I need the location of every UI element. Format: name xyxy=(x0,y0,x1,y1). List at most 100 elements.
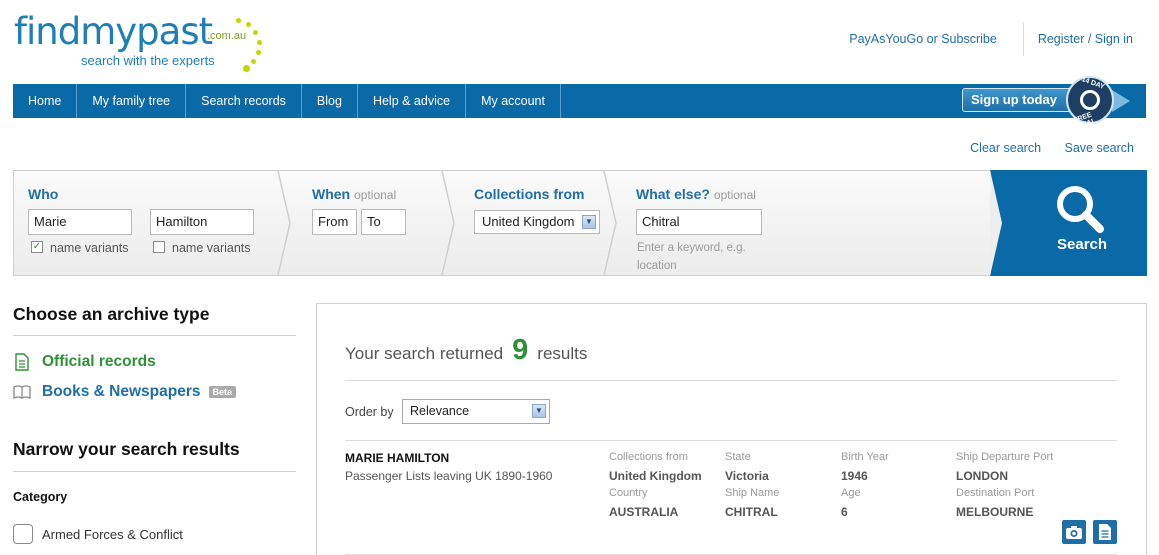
order-by-label: Order by xyxy=(345,405,394,419)
nav-home[interactable]: Home xyxy=(13,84,78,118)
sidebar-divider xyxy=(13,471,296,472)
logo-text: findmypast xyxy=(14,10,213,53)
what-else-label-text: What else? xyxy=(636,186,710,202)
field-label: Collections from xyxy=(609,451,688,463)
first-name-variants-label: name variants xyxy=(50,241,129,255)
search-button-edge xyxy=(990,170,1010,276)
chevron-down-icon: ▼ xyxy=(582,215,596,229)
main-nav: Home My family tree Search records Blog … xyxy=(13,76,1146,131)
year-to-input[interactable]: To xyxy=(361,209,406,235)
register-signin-link[interactable]: Register / Sign in xyxy=(1024,32,1159,46)
nav-blog[interactable]: Blog xyxy=(302,84,358,118)
document-icon xyxy=(15,353,29,371)
clear-search-link[interactable]: Clear search xyxy=(970,141,1041,155)
signup-arrow-icon xyxy=(1112,90,1130,112)
order-by-value: Relevance xyxy=(410,404,470,418)
search-panel: Who Marie Hamilton ✓ name variants name … xyxy=(13,170,1147,276)
view-transcript-button[interactable] xyxy=(1093,520,1117,544)
field-label: State xyxy=(725,451,751,463)
keyword-hint: Enter a keyword, e.g. location xyxy=(637,242,746,272)
narrow-results-heading: Narrow your search results xyxy=(13,439,240,459)
archive-official-records[interactable]: Official records xyxy=(13,353,156,371)
results-divider xyxy=(345,380,1117,381)
nav-my-account[interactable]: My account xyxy=(466,84,561,118)
badge-text-top: 14 DAY xyxy=(1080,76,1106,91)
first-name-variants-checkbox[interactable]: ✓ xyxy=(31,241,43,253)
view-image-button[interactable] xyxy=(1062,520,1086,544)
badge-ring-icon xyxy=(1080,90,1100,110)
results-divider xyxy=(345,440,1117,441)
results-panel: Your search returned 9 results Order by … xyxy=(316,303,1147,555)
save-search-link[interactable]: Save search xyxy=(1065,141,1134,155)
field-value: CHITRAL xyxy=(725,505,778,519)
top-links: PayAsYouGo or Subscribe Register / Sign … xyxy=(835,22,1159,56)
field-value: United Kingdom xyxy=(609,469,702,483)
nav-help-advice[interactable]: Help & advice xyxy=(358,84,467,118)
subscribe-link[interactable]: PayAsYouGo or Subscribe xyxy=(835,32,1023,46)
chevron-down-icon: ▼ xyxy=(532,404,546,418)
what-else-optional: optional xyxy=(713,188,756,202)
archive-books-newspapers[interactable]: Books & Newspapers Beta xyxy=(13,383,237,401)
category-item[interactable]: Armed Forces & Conflict xyxy=(13,524,183,544)
collections-label: Collections from xyxy=(474,186,585,202)
field-value: 6 xyxy=(841,505,848,519)
category-checkbox[interactable] xyxy=(13,524,33,544)
results-count: 9 xyxy=(512,334,529,366)
last-name-input[interactable]: Hamilton xyxy=(150,209,254,235)
what-else-label: What else? optional xyxy=(636,186,756,202)
field-label: Birth Year xyxy=(841,451,889,463)
when-label: When optional xyxy=(312,186,396,202)
last-name-variants-label: name variants xyxy=(172,241,251,255)
sidebar-divider xyxy=(13,335,296,336)
field-value: Victoria xyxy=(725,469,769,483)
signup-button[interactable]: Sign up today xyxy=(962,88,1082,112)
search-icon xyxy=(1057,186,1104,233)
free-trial-badge: 14 DAY FREE TRIAL xyxy=(1066,76,1114,131)
logo-tagline: search with the experts xyxy=(81,53,215,68)
result-collection: Passenger Lists leaving UK 1890-1960 xyxy=(345,469,553,483)
signup-promo[interactable]: Sign up today 14 DAY FREE TRIAL xyxy=(962,76,1132,131)
results-prefix: Your search returned xyxy=(345,344,504,363)
order-by-select[interactable]: Relevance ▼ xyxy=(402,399,550,424)
archive-official-label: Official records xyxy=(42,353,156,370)
keyword-input[interactable]: Chitral xyxy=(636,209,762,235)
section-divider xyxy=(441,171,455,275)
field-value: MELBOURNE xyxy=(956,505,1034,519)
field-label: Ship Departure Port xyxy=(956,451,1054,463)
camera-icon xyxy=(1066,526,1082,539)
document-icon xyxy=(1099,524,1111,540)
site-logo[interactable]: findmypast .com.au search with the exper… xyxy=(14,10,262,72)
field-value: 1946 xyxy=(841,469,868,483)
nav-search-records[interactable]: Search records xyxy=(186,84,302,118)
field-label: Destination Port xyxy=(956,487,1035,499)
year-from-input[interactable]: From xyxy=(312,209,357,235)
collections-select-value: United Kingdom xyxy=(482,214,575,229)
search-button-label: Search xyxy=(1057,236,1108,253)
category-item-label: Armed Forces & Conflict xyxy=(42,526,183,542)
search-actions: Clear search Save search xyxy=(950,141,1134,155)
last-name-variants-checkbox[interactable] xyxy=(153,241,165,253)
results-summary: Your search returned 9 results xyxy=(345,334,587,367)
archive-books-label: Books & Newspapers xyxy=(42,383,201,400)
field-value: LONDON xyxy=(956,469,1008,483)
result-name[interactable]: MARIE HAMILTON xyxy=(345,451,449,465)
who-label: Who xyxy=(28,186,59,202)
field-label: Age xyxy=(841,487,861,499)
nav-my-family-tree[interactable]: My family tree xyxy=(77,84,187,118)
first-name-input[interactable]: Marie xyxy=(28,209,132,235)
collections-select[interactable]: United Kingdom ▼ xyxy=(474,210,600,234)
section-divider xyxy=(603,171,617,275)
field-label: Country xyxy=(609,487,648,499)
search-button[interactable]: Search xyxy=(990,170,1147,276)
field-label: Ship Name xyxy=(725,487,780,499)
results-suffix: results xyxy=(537,344,588,363)
category-label: Category xyxy=(13,490,68,504)
when-optional: optional xyxy=(354,188,397,202)
archive-type-heading: Choose an archive type xyxy=(13,304,210,324)
book-icon xyxy=(13,385,31,400)
when-label-text: When xyxy=(312,186,351,202)
logo-dots-decoration xyxy=(226,14,266,74)
section-divider xyxy=(277,171,291,275)
beta-badge: Beta xyxy=(208,386,237,398)
field-value: AUSTRALIA xyxy=(609,505,679,519)
